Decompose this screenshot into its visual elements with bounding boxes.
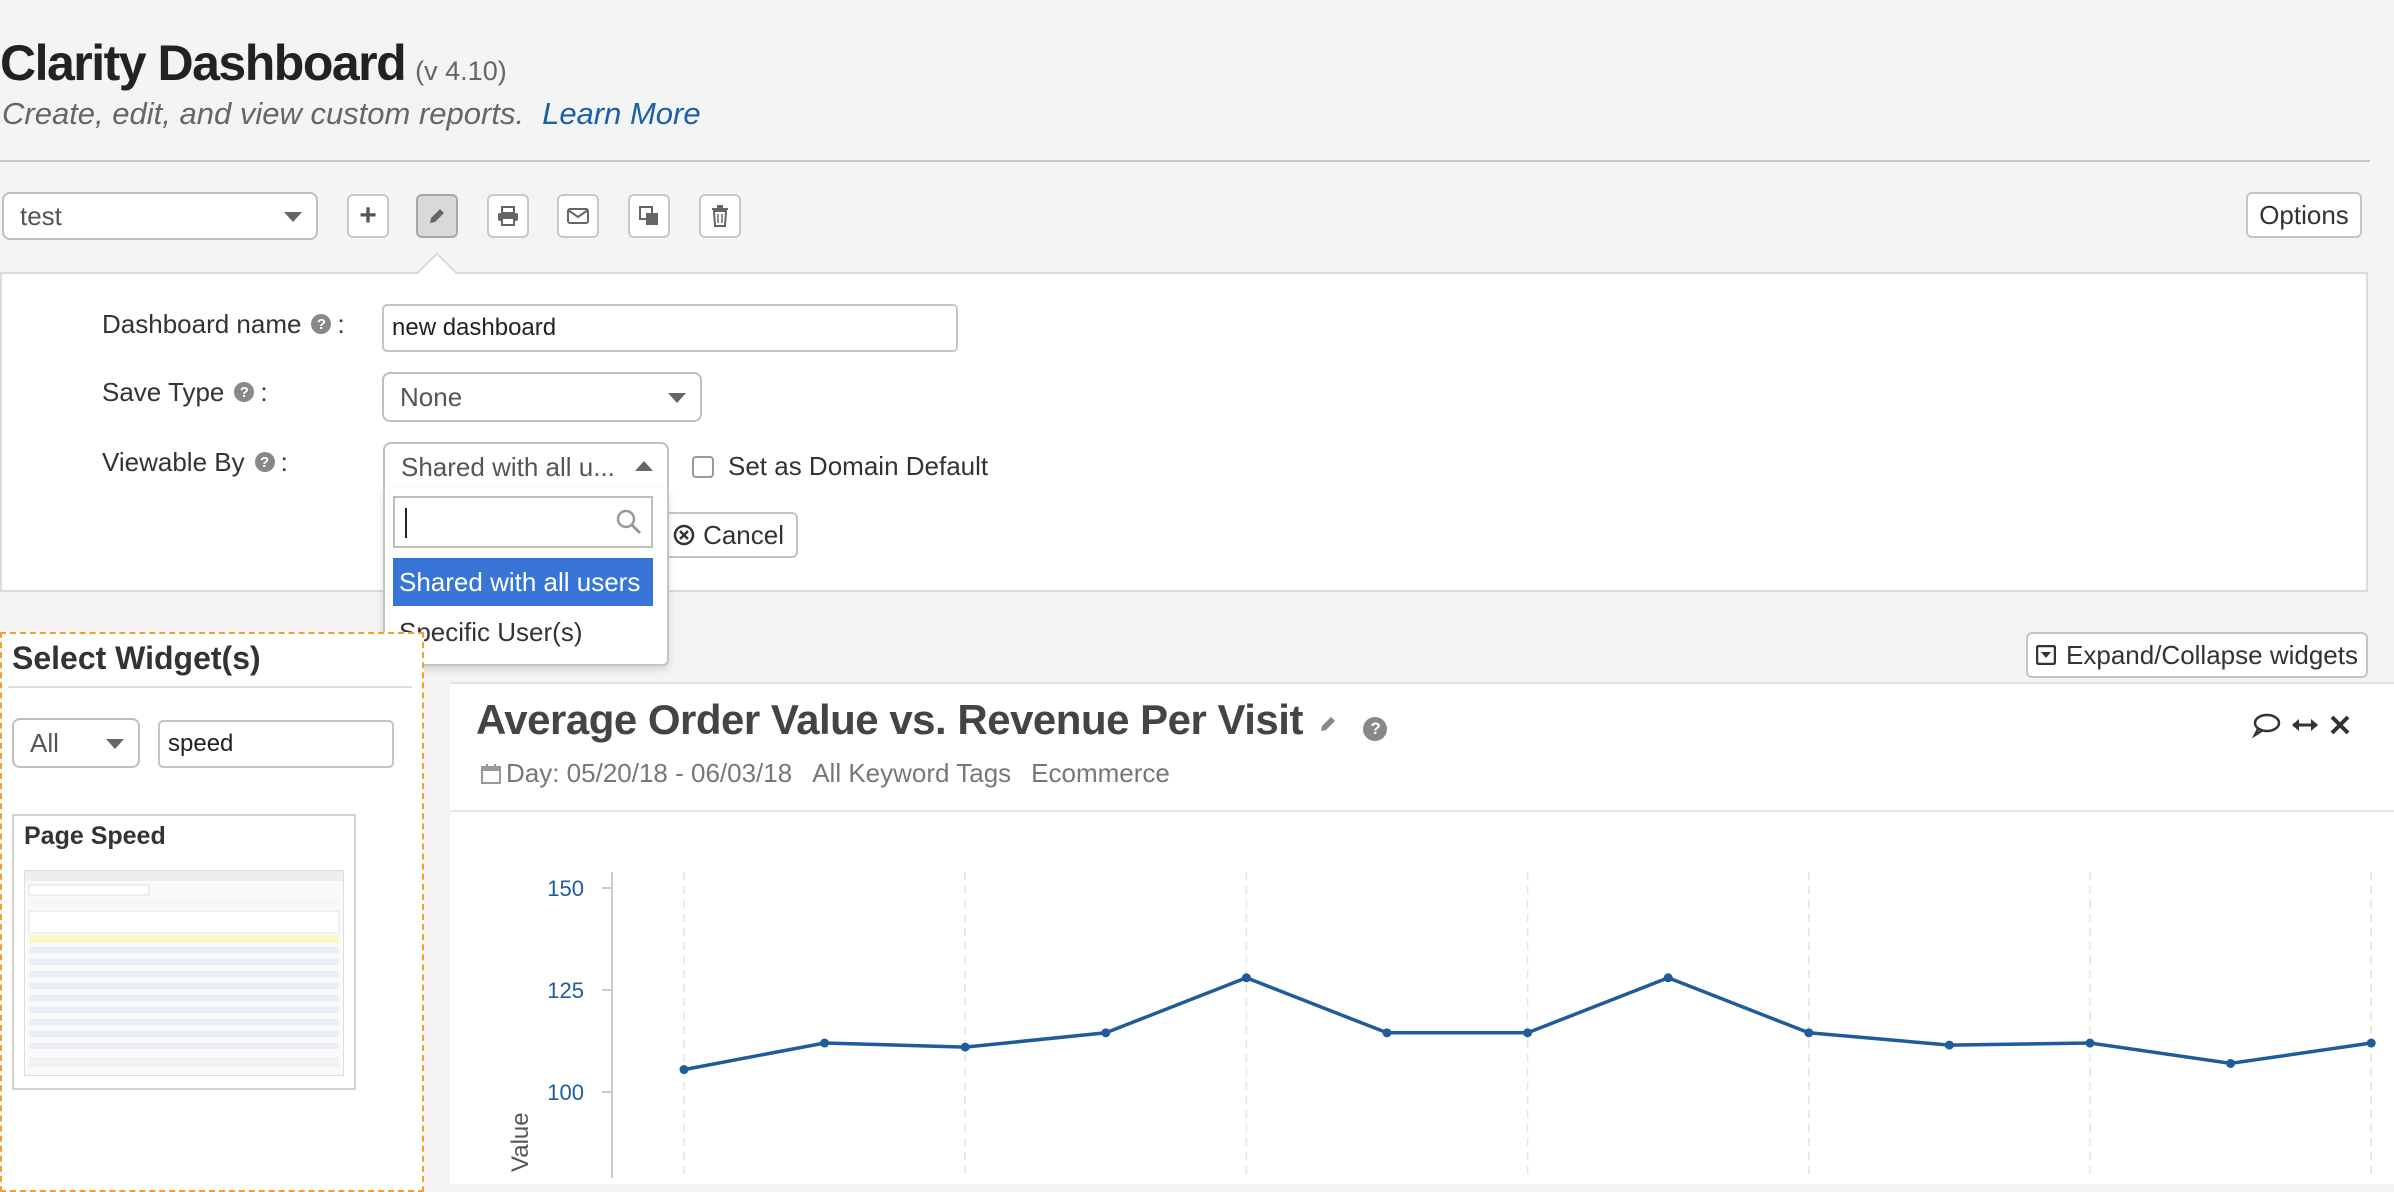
widget-title-text: Average Order Value vs. Revenue Per Visi… [476, 696, 1303, 743]
app-title: Clarity Dashboard [0, 35, 407, 91]
data-point[interactable] [1101, 1028, 1111, 1038]
page-title: Clarity Dashboard (v 4.10) [0, 34, 507, 92]
viewable-by-label-text: Viewable By [102, 446, 245, 477]
save-type-value: None [400, 381, 463, 412]
resize-icon[interactable] [2290, 712, 2320, 738]
widget-category: Ecommerce [1031, 758, 1170, 788]
widget-keyword-tags: All Keyword Tags [812, 758, 1012, 788]
dropdown-search-input[interactable] [393, 496, 653, 548]
data-point[interactable] [1663, 973, 1673, 983]
help-icon[interactable]: ? [1363, 717, 1388, 741]
learn-more-link[interactable]: Learn More [542, 96, 701, 131]
collapse-icon [2036, 645, 2057, 665]
data-point[interactable] [1804, 1028, 1814, 1038]
label-colon: : [280, 446, 288, 477]
widget-picker-title: Select Widget(s) [12, 640, 261, 676]
y-tick-label: 100 [547, 1080, 584, 1105]
thumbnail-preview-image [25, 871, 343, 1067]
chevron-down-icon [668, 393, 686, 403]
save-type-select[interactable]: None [382, 372, 702, 422]
dashboard-name-input[interactable]: new dashboard [382, 304, 958, 352]
line-chart: 100 125 150 Value [507, 872, 2376, 1178]
widget-search-input[interactable]: speed [158, 720, 394, 768]
widget-title: Average Order Value vs. Revenue Per Visi… [476, 696, 1393, 744]
data-point[interactable] [960, 1042, 970, 1052]
widget-thumbnail[interactable] [24, 870, 344, 1076]
pencil-icon[interactable] [1318, 714, 1338, 734]
print-icon [498, 206, 518, 226]
header-divider [0, 160, 2370, 162]
chevron-down-icon [284, 212, 302, 222]
help-icon[interactable]: ? [234, 382, 255, 402]
expand-collapse-button[interactable]: Expand/Collapse widgets [2026, 632, 2368, 678]
data-point[interactable] [1523, 1028, 1533, 1038]
copy-dashboard-button[interactable] [628, 194, 670, 238]
help-icon[interactable]: ? [254, 452, 275, 472]
trash-icon [712, 205, 728, 227]
y-tick-label: 150 [547, 876, 584, 901]
label-colon: : [260, 376, 268, 407]
widget-date-range: Day: 05/20/18 - 06/03/18 [506, 758, 793, 788]
viewable-by-label: Viewable By?: [102, 446, 288, 478]
data-point[interactable] [1241, 973, 1251, 983]
cancel-circle-icon [673, 524, 695, 546]
viewable-by-select[interactable]: Shared with all u... [383, 442, 669, 492]
data-point[interactable] [820, 1038, 830, 1048]
widget-search-value: speed [168, 730, 234, 757]
chevron-up-icon [635, 461, 653, 471]
edit-dashboard-panel [0, 272, 2368, 592]
data-point[interactable] [2085, 1038, 2095, 1048]
label-colon: : [337, 308, 345, 339]
widget-result-title: Page Speed [24, 822, 166, 850]
add-dashboard-button[interactable]: + [347, 194, 389, 238]
subtitle-text: Create, edit, and view custom reports. [2, 96, 525, 131]
save-type-label-text: Save Type [102, 376, 225, 407]
widget-filter-value: All [30, 727, 59, 758]
page-subtitle: Create, edit, and view custom reports. Le… [2, 96, 701, 132]
dashboard-name-value: new dashboard [392, 314, 557, 341]
dropdown-option-specific[interactable]: Specific User(s) [393, 608, 653, 656]
data-point[interactable] [2366, 1038, 2376, 1048]
dashboard-name-label-text: Dashboard name [102, 308, 302, 339]
chevron-down-icon [106, 739, 124, 749]
widget-meta: Day: 05/20/18 - 06/03/18 All Keyword Tag… [480, 758, 1190, 789]
pencil-icon [430, 209, 444, 223]
plus-icon: + [359, 199, 377, 232]
text-cursor [405, 508, 407, 538]
email-button[interactable] [557, 194, 599, 238]
viewable-by-value: Shared with all u... [401, 451, 615, 482]
widget-actions [2252, 712, 2352, 738]
options-button[interactable]: Options [2246, 192, 2362, 238]
data-point[interactable] [1382, 1028, 1392, 1038]
widget-picker-divider [8, 686, 412, 688]
cancel-button[interactable]: Cancel [660, 512, 798, 558]
edit-dashboard-button[interactable] [416, 194, 458, 238]
save-type-label: Save Type?: [102, 376, 268, 408]
dashboard-select[interactable]: test [2, 192, 318, 240]
search-icon [616, 509, 642, 535]
data-point[interactable] [2226, 1058, 2236, 1068]
cancel-label: Cancel [703, 519, 784, 550]
envelope-icon [567, 208, 589, 224]
copy-icon [639, 206, 658, 225]
dropdown-option-shared[interactable]: Shared with all users [393, 558, 653, 606]
delete-dashboard-button[interactable] [699, 194, 741, 238]
dashboard-name-label: Dashboard name?: [102, 308, 345, 340]
help-icon[interactable]: ? [311, 314, 332, 334]
widget-filter-select[interactable]: All [12, 718, 140, 768]
comment-icon[interactable] [2252, 712, 2282, 738]
data-point[interactable] [679, 1065, 689, 1075]
close-icon[interactable] [2328, 712, 2352, 738]
data-point[interactable] [1944, 1040, 1954, 1050]
expand-collapse-label: Expand/Collapse widgets [2066, 639, 2358, 670]
version-label: (v 4.10) [415, 56, 507, 86]
domain-default-checkbox[interactable] [692, 456, 714, 478]
domain-default-label[interactable]: Set as Domain Default [728, 450, 988, 482]
dashboard-select-value: test [20, 200, 62, 231]
y-tick-label: 125 [547, 978, 584, 1003]
y-axis-label: Value [507, 1112, 534, 1172]
calendar-icon [481, 763, 501, 784]
options-label: Options [2259, 199, 2349, 230]
print-button[interactable] [487, 194, 529, 238]
